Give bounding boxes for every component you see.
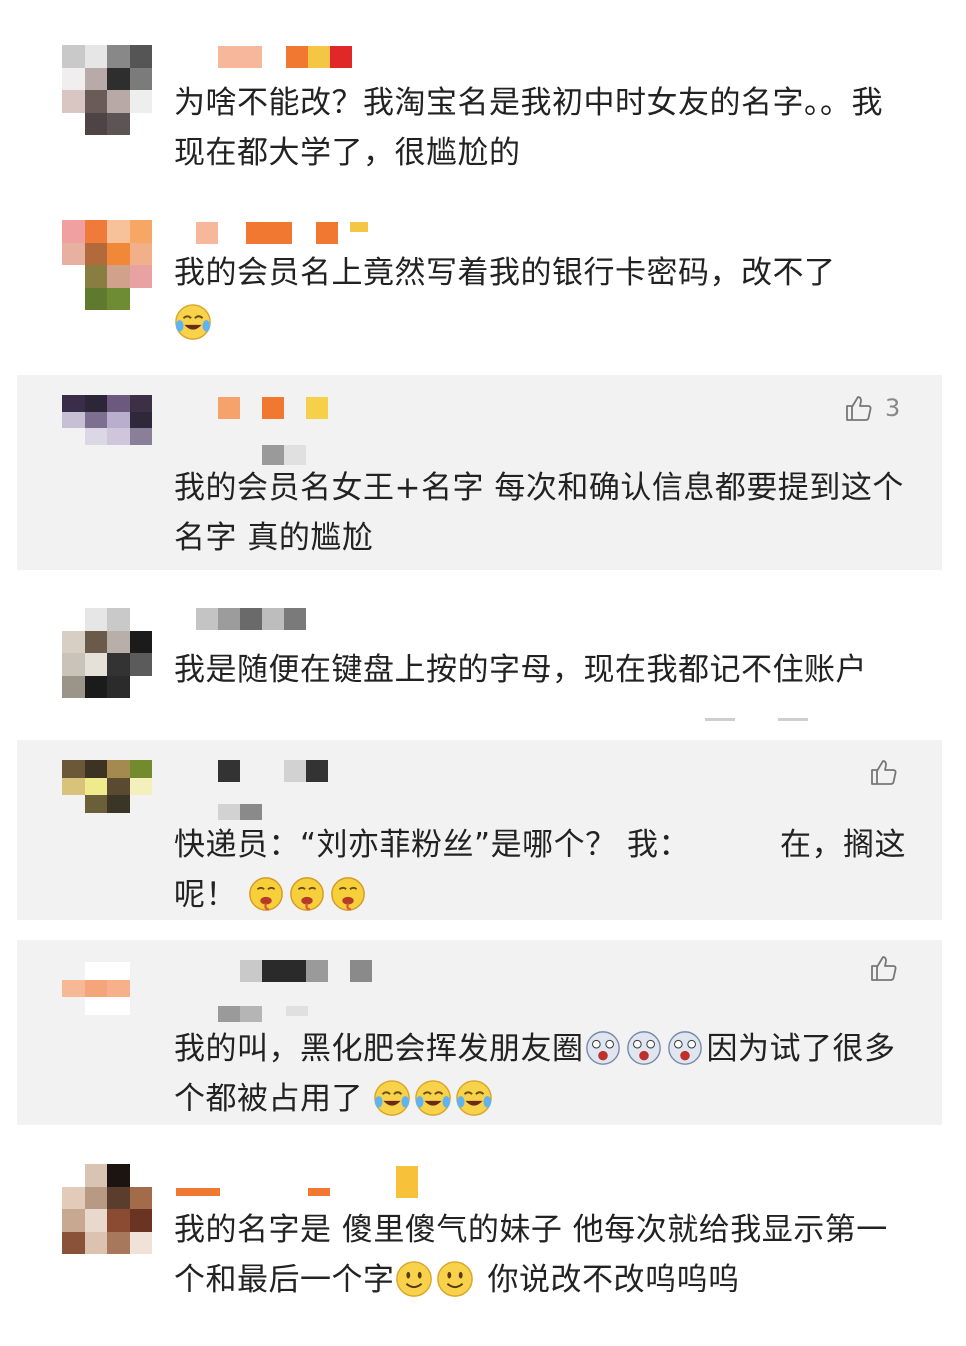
user-badge-pixelated — [218, 1006, 308, 1022]
thumbs-up-icon — [846, 396, 872, 421]
like-button[interactable] — [868, 756, 900, 788]
comment-body: 为啥不能改？我淘宝名是我初中时女友的名字。。我现在都大学了，很尴尬的 — [174, 85, 883, 171]
laugh-cry-emoji — [175, 304, 211, 340]
avatar[interactable] — [62, 962, 152, 1032]
avatar[interactable] — [62, 45, 152, 135]
username-pixelated[interactable] — [176, 960, 372, 982]
drool-emoji — [249, 877, 284, 911]
username-pixelated[interactable] — [176, 608, 306, 630]
user-badge-pixelated — [262, 445, 306, 465]
thumbs-up-icon — [871, 956, 897, 981]
comment-text: 我的会员名上竟然写着我的银行卡密码，改不了 — [174, 248, 914, 348]
username-pixelated[interactable] — [176, 46, 352, 68]
clipped-edge — [778, 718, 808, 721]
comment-text: 我的叫，黑化肥会挥发朋友圈 因为试了很多个都被占用了 — [174, 1024, 914, 1124]
comment-text: 我是随便在键盘上按的字母，现在我都记不住账户 — [174, 645, 914, 695]
comment-card-highlighted: 3 我的会员名女王+名字 每次和确认信息都要提到这个名字 真的尴尬 — [0, 375, 966, 570]
avatar[interactable] — [62, 1164, 152, 1254]
comment-body-part: 快递员：“刘亦菲粉丝”是哪个？ 我： — [174, 827, 690, 863]
like-button[interactable] — [868, 952, 900, 984]
smile-emoji — [395, 1261, 432, 1297]
comment-card: 为啥不能改？我淘宝名是我初中时女友的名字。。我现在都大学了，很尴尬的 — [0, 30, 966, 190]
username-pixelated[interactable] — [176, 222, 368, 244]
username-pixelated[interactable] — [176, 397, 328, 419]
like-button[interactable]: 3 — [843, 392, 900, 424]
comment-card-highlighted: 我的叫，黑化肥会挥发朋友圈 因为试了很多个都被占用了 — [0, 940, 966, 1125]
username-pixelated[interactable] — [176, 760, 328, 782]
laugh-cry-emoji — [374, 1080, 411, 1116]
clipped-edge — [705, 718, 735, 721]
comment-body: 我是随便在键盘上按的字母，现在我都记不住账户 — [174, 652, 867, 688]
comment-body-part: 你说改不改呜呜呜 — [487, 1262, 740, 1298]
comment-card: 我的名字是 傻里傻气的妹子 他每次就给我显示第一个和最后一个字 你说改不改呜呜呜 — [0, 1150, 966, 1320]
laugh-cry-emoji — [456, 1080, 493, 1116]
comment-card-highlighted: 快递员：“刘亦菲粉丝”是哪个？ 我： 在，搁这呢！ — [0, 740, 966, 920]
avatar[interactable] — [62, 395, 152, 461]
avatar[interactable] — [62, 608, 152, 698]
comment-card: 我的会员名上竟然写着我的银行卡密码，改不了 — [0, 210, 966, 360]
shock-emoji — [626, 1031, 661, 1065]
comment-body: 我的会员名上竟然写着我的银行卡密码，改不了 — [174, 255, 836, 291]
laugh-cry-emoji — [415, 1080, 452, 1116]
smile-emoji — [436, 1261, 473, 1297]
comment-text: 快递员：“刘亦菲粉丝”是哪个？ 我： 在，搁这呢！ — [174, 820, 914, 920]
comment-list: 为啥不能改？我淘宝名是我初中时女友的名字。。我现在都大学了，很尴尬的 我的会员名… — [0, 0, 966, 1346]
user-badge-pixelated — [218, 804, 262, 820]
drool-emoji — [331, 877, 366, 911]
thumbs-up-icon — [871, 760, 897, 785]
comment-body-part: 我的叫，黑化肥会挥发朋友圈 — [174, 1031, 584, 1067]
comment-text: 我的名字是 傻里傻气的妹子 他每次就给我显示第一个和最后一个字 你说改不改呜呜呜 — [174, 1205, 914, 1305]
shock-emoji — [585, 1031, 620, 1065]
shock-emoji — [667, 1031, 702, 1065]
avatar[interactable] — [62, 220, 152, 310]
comment-body: 我的会员名女王+名字 每次和确认信息都要提到这个名字 真的尴尬 — [174, 470, 904, 556]
comment-text: 我的会员名女王+名字 每次和确认信息都要提到这个名字 真的尴尬 — [174, 463, 914, 563]
avatar[interactable] — [62, 760, 152, 830]
comment-text: 为啥不能改？我淘宝名是我初中时女友的名字。。我现在都大学了，很尴尬的 — [174, 78, 914, 178]
username-pixelated[interactable] — [176, 1166, 418, 1198]
like-count: 3 — [885, 394, 901, 422]
drool-emoji — [290, 877, 325, 911]
comment-card: 我是随便在键盘上按的字母，现在我都记不住账户 — [0, 590, 966, 725]
